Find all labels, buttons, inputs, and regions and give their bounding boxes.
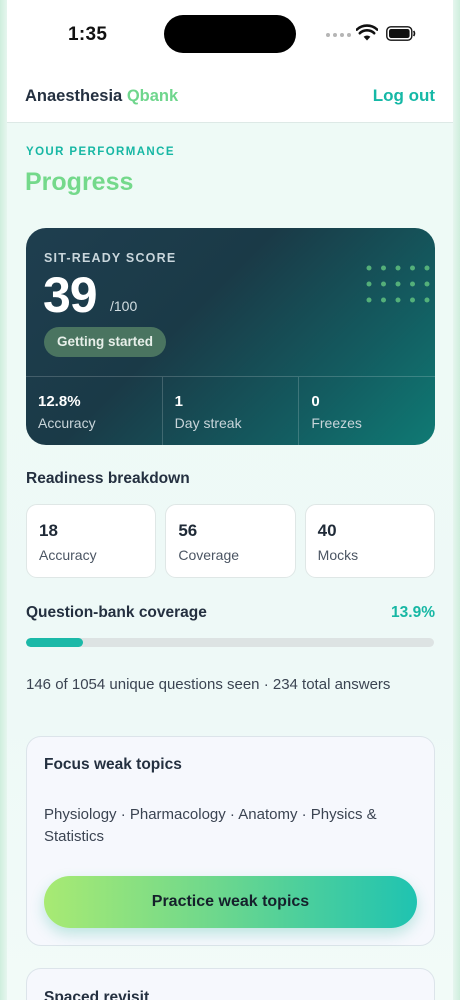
status-time: 1:35 bbox=[68, 24, 108, 45]
breakdown-card-mocks: 40 Mocks bbox=[304, 504, 435, 578]
brand-name: Anaesthesia bbox=[25, 87, 123, 105]
spaced-revisit-heading: Spaced revisit bbox=[44, 989, 150, 1000]
stat-label: Freezes bbox=[311, 415, 362, 431]
decorative-dot bbox=[410, 265, 415, 271]
dynamic-island bbox=[164, 15, 296, 53]
coverage-heading: Question-bank coverage bbox=[26, 604, 207, 621]
decorative-dot bbox=[366, 281, 372, 287]
page-eyebrow: YOUR PERFORMANCE bbox=[26, 146, 175, 158]
decorative-dot bbox=[424, 265, 430, 271]
breakdown-label: Coverage bbox=[178, 547, 240, 563]
score-value: 39 bbox=[43, 267, 98, 323]
brand-logo: Anaesthesia Qbank bbox=[25, 87, 178, 106]
decorative-dot bbox=[410, 297, 415, 303]
decorative-dot bbox=[424, 281, 430, 287]
weak-topics-heading: Focus weak topics bbox=[44, 756, 182, 773]
coverage-percent: 13.9% bbox=[391, 604, 435, 621]
app-header: Anaesthesia Qbank Log out bbox=[7, 70, 453, 123]
cellular-signal-icon bbox=[326, 33, 351, 37]
coverage-progress-fill bbox=[26, 638, 83, 647]
decorative-dot bbox=[395, 265, 401, 271]
stat-value: 0 bbox=[311, 393, 320, 410]
weak-topics-list: Physiology · Pharmacology · Anatomy · Ph… bbox=[44, 806, 377, 845]
breakdown-value: 18 bbox=[39, 521, 58, 540]
breakdown-card-accuracy: 18 Accuracy bbox=[26, 504, 157, 578]
status-bar: 1:35 bbox=[0, 0, 460, 70]
battery-icon bbox=[386, 26, 416, 41]
stat-label: Day streak bbox=[174, 415, 242, 431]
decorative-dot-grid-icon bbox=[366, 265, 430, 303]
app-frame: 1:35 Anaesthesia Qbank Log out YOUR PERF… bbox=[0, 0, 460, 1000]
decorative-dot bbox=[424, 297, 430, 303]
page-title: Progress bbox=[25, 168, 134, 196]
breakdown-card-coverage: 56 Coverage bbox=[165, 504, 296, 578]
brand-accent: Qbank bbox=[126, 87, 179, 105]
breakdown-value: 40 bbox=[317, 521, 337, 540]
score-status-badge: Getting started bbox=[44, 327, 167, 357]
decorative-dot bbox=[366, 265, 372, 271]
breakdown-label: Mocks bbox=[317, 547, 359, 563]
stat-day-streak: 1 Day streak bbox=[163, 377, 300, 445]
stat-label: Accuracy bbox=[38, 415, 96, 431]
spaced-revisit-card[interactable]: Spaced revisit bbox=[26, 968, 435, 1000]
wifi-icon bbox=[356, 24, 378, 41]
coverage-progress-bar bbox=[26, 638, 434, 647]
sit-ready-score-card: SIT-READY SCORE 39 /100 Getting started … bbox=[26, 228, 435, 445]
stat-accuracy: 12.8% Accuracy bbox=[26, 377, 163, 445]
breakdown-label: Accuracy bbox=[39, 547, 97, 563]
score-stats-row: 12.8% Accuracy 1 Day streak 0 Freezes bbox=[26, 377, 435, 445]
decorative-dot bbox=[381, 297, 386, 303]
decorative-dot bbox=[395, 281, 401, 287]
stat-value: 1 bbox=[174, 393, 184, 410]
weak-topics-card: Focus weak topics Physiology · Pharmacol… bbox=[26, 736, 435, 946]
readiness-breakdown-heading: Readiness breakdown bbox=[26, 470, 190, 487]
decorative-dot bbox=[410, 281, 415, 287]
decorative-dot bbox=[366, 297, 372, 303]
breakdown-value: 56 bbox=[178, 521, 198, 540]
decorative-dot bbox=[381, 265, 386, 271]
stat-freezes: 0 Freezes bbox=[299, 377, 435, 445]
decorative-dot bbox=[381, 281, 386, 287]
stat-value: 12.8% bbox=[38, 393, 81, 410]
score-max: /100 bbox=[110, 298, 138, 314]
coverage-summary: 146 of 1054 unique questions seen · 234 … bbox=[26, 676, 391, 693]
practice-weak-topics-button[interactable]: Practice weak topics bbox=[44, 876, 417, 928]
decorative-dot bbox=[395, 297, 401, 303]
score-label: SIT-READY SCORE bbox=[44, 251, 177, 265]
logout-button[interactable]: Log out bbox=[373, 86, 435, 106]
readiness-breakdown: 18 Accuracy 56 Coverage 40 Mocks bbox=[26, 504, 435, 578]
